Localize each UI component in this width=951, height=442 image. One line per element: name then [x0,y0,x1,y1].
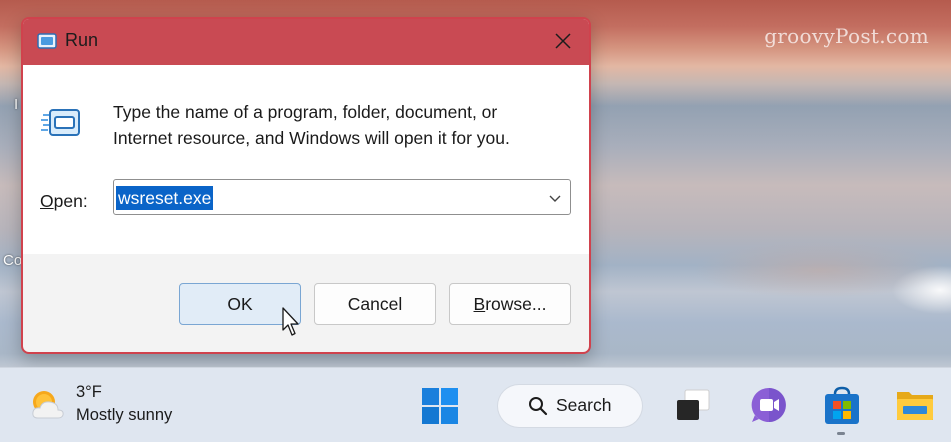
running-indicator [837,432,845,435]
open-input-value[interactable]: wsreset.exe [116,186,214,210]
run-program-icon [41,109,80,136]
close-button[interactable] [537,19,589,63]
dialog-footer: OK Cancel Browse... [23,254,589,352]
microsoft-store-icon[interactable] [823,386,861,426]
dialog-content: Type the name of a program, folder, docu… [23,65,589,254]
title-bar[interactable]: Run [23,19,589,65]
desktop-icon-label-fragment: Co [3,252,23,269]
task-view-icon[interactable] [675,388,711,422]
desktop: groovyPost.com I Co Run Type the name of… [0,0,951,442]
search-icon [529,397,548,416]
file-explorer-icon[interactable] [895,386,935,424]
run-dialog: Run Type the name of a program, folder, … [21,17,591,354]
taskbar: 3°F Mostly sunny Search [0,367,951,442]
weather-sun-cloud-icon[interactable] [28,387,68,423]
run-app-icon [37,33,57,49]
dialog-title: Run [65,30,99,50]
open-input[interactable]: wsreset.exe [113,179,571,215]
desktop-icon-label-fragment: I [14,96,19,113]
weather-temperature[interactable]: 3°F [76,383,102,402]
open-label: Open: [40,191,88,211]
weather-condition[interactable]: Mostly sunny [76,406,172,425]
cancel-button[interactable]: Cancel [314,283,436,325]
windows-start-icon[interactable] [420,386,460,426]
close-icon [555,33,571,49]
dialog-description: Type the name of a program, folder, docu… [113,102,510,148]
search-label: Search [556,395,612,415]
taskbar-search-button[interactable]: Search [498,385,642,427]
chevron-down-icon[interactable] [548,191,562,205]
browse-button[interactable]: Browse... [449,283,571,325]
watermark: groovyPost.com [764,24,929,48]
mouse-pointer-icon [282,307,299,336]
teams-chat-icon[interactable] [749,385,789,425]
